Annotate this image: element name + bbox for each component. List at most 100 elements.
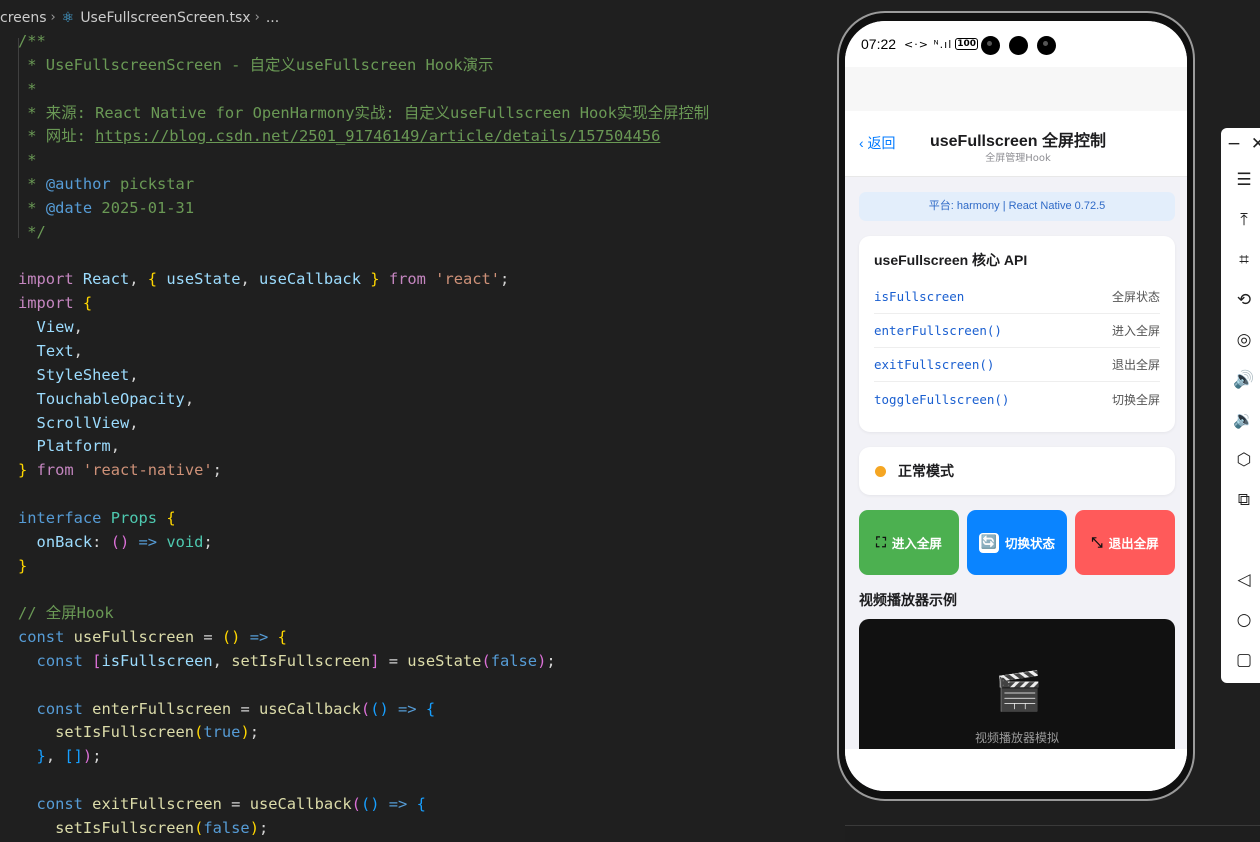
- code-token: ;: [500, 270, 510, 289]
- app-header: ‹ 返回 useFullscreen 全屏控制 全屏管理Hook: [845, 111, 1187, 177]
- code-editor[interactable]: /** * UseFullscreenScreen - 自定义useFullsc…: [18, 30, 838, 841]
- toggle-state-button[interactable]: 🔄 切换状态: [967, 510, 1067, 575]
- page-subtitle: 全屏管理Hook: [985, 153, 1051, 164]
- refresh-icon: 🔄: [978, 532, 999, 553]
- nav-home-icon[interactable]: ○: [1233, 610, 1255, 630]
- code-token: const: [36, 795, 83, 813]
- code-token: useCallback: [249, 795, 352, 813]
- code-token: {: [416, 795, 426, 813]
- code-token: ,: [129, 365, 139, 384]
- breadcrumb-folder[interactable]: creens: [0, 10, 47, 26]
- volume-down-icon[interactable]: 🔉: [1233, 410, 1255, 430]
- code-token: const: [36, 699, 83, 718]
- fullscreen-icon: ⛶: [876, 534, 886, 551]
- code-token: 'react-native': [82, 461, 213, 480]
- code-line: *: [18, 78, 838, 102]
- back-button[interactable]: ‹ 返回: [859, 133, 896, 153]
- code-token: (): [221, 628, 241, 647]
- code-token: (: [194, 723, 204, 742]
- api-row: enterFullscreen() 进入全屏: [874, 314, 1160, 348]
- code-line: * 网址: https://blog.csdn.net/2501_9174614…: [18, 125, 838, 149]
- crop-icon[interactable]: ⌗: [1233, 250, 1255, 270]
- close-icon[interactable]: ✕: [1247, 134, 1260, 154]
- code-token: ,: [73, 318, 83, 337]
- video-placeholder-text: 视频播放器模拟: [974, 731, 1059, 745]
- code-token: pickstar: [110, 175, 195, 194]
- code-token: void: [166, 532, 204, 551]
- code-token: ;: [258, 818, 269, 837]
- code-token: {: [425, 699, 436, 718]
- code-token: useState: [407, 651, 482, 670]
- code-token: =: [379, 651, 408, 670]
- rotate-icon[interactable]: ⟲: [1233, 290, 1255, 310]
- code-token: from: [36, 461, 74, 480]
- code-token: }: [18, 461, 28, 480]
- video-player[interactable]: 🎬 视频播放器模拟: [859, 619, 1175, 759]
- code-token: 2025-01-31: [92, 198, 195, 217]
- status-bar: 07:22 <·> ᴺ.ıl 100: [845, 21, 1187, 67]
- code-token: * UseFullscreenScreen - 自定义useFullscreen…: [18, 55, 494, 74]
- code-token: *: [18, 175, 46, 194]
- code-token: ,: [45, 747, 65, 766]
- code-line: View,: [18, 316, 838, 340]
- code-token: isFullscreen: [101, 651, 213, 670]
- code-line: * @date 2025-01-31: [18, 197, 838, 221]
- shake-icon[interactable]: ⬡: [1233, 450, 1255, 470]
- nav-recent-icon[interactable]: ▢: [1233, 650, 1255, 670]
- pin-top-icon[interactable]: ⤒: [1233, 210, 1255, 230]
- code-token: ;: [546, 651, 556, 670]
- menu-icon[interactable]: ☰: [1233, 170, 1255, 190]
- breadcrumb-file[interactable]: UseFullscreenScreen.tsx: [80, 10, 250, 26]
- code-line: const enterFullscreen = useCallback(() =…: [18, 698, 838, 722]
- code-line: ScrollView,: [18, 412, 838, 436]
- code-line: const exitFullscreen = useCallback(() =>…: [18, 793, 838, 817]
- code-token: ,: [73, 341, 83, 360]
- code-line: Text,: [18, 340, 838, 364]
- code-line: }, []);: [18, 745, 838, 769]
- emulator-toolbar: − ✕ ☰ ⤒ ⌗ ⟲ ◎ 🔊 🔉 ⬡ ⧉ ◁ ○ ▢: [1221, 128, 1260, 683]
- minimize-icon[interactable]: −: [1223, 134, 1245, 154]
- code-token: import: [18, 294, 74, 313]
- code-line: const useFullscreen = () => {: [18, 626, 838, 650]
- code-token: setIsFullscreen: [231, 651, 371, 670]
- enter-fullscreen-button[interactable]: ⛶ 进入全屏: [859, 510, 959, 575]
- code-token: 'react': [435, 270, 501, 289]
- volume-up-icon[interactable]: 🔊: [1233, 370, 1255, 390]
- code-token: =: [231, 699, 259, 718]
- code-token: =>: [398, 699, 417, 718]
- nav-back-icon[interactable]: ◁: [1233, 570, 1255, 590]
- code-link[interactable]: https://blog.csdn.net/2501_91746149/arti…: [95, 127, 660, 145]
- code-token: }: [370, 270, 380, 289]
- code-token: false: [490, 651, 538, 670]
- code-token: ): [240, 723, 250, 742]
- code-token: useCallback: [258, 699, 361, 718]
- screenshot-icon[interactable]: ⧉: [1233, 490, 1255, 510]
- code-token: @author: [45, 175, 111, 194]
- breadcrumb-more[interactable]: ...: [266, 10, 279, 26]
- code-line: const [isFullscreen, setIsFullscreen] = …: [18, 650, 838, 674]
- platform-info: 平台: harmony | React Native 0.72.5: [859, 192, 1175, 221]
- exit-fullscreen-button[interactable]: ⤡ 退出全屏: [1075, 510, 1175, 575]
- react-file-icon: ⚛: [61, 9, 75, 26]
- code-line: * @author pickstar: [18, 173, 838, 197]
- code-token: }: [18, 556, 28, 575]
- code-token: (): [370, 699, 389, 718]
- screen-record-icon[interactable]: ◎: [1233, 330, 1255, 350]
- api-row: toggleFullscreen() 切换全屏: [874, 382, 1160, 416]
- code-token: *: [18, 79, 37, 98]
- code-token: =>: [249, 628, 269, 647]
- code-line: import React, { useState, useCallback } …: [18, 268, 838, 292]
